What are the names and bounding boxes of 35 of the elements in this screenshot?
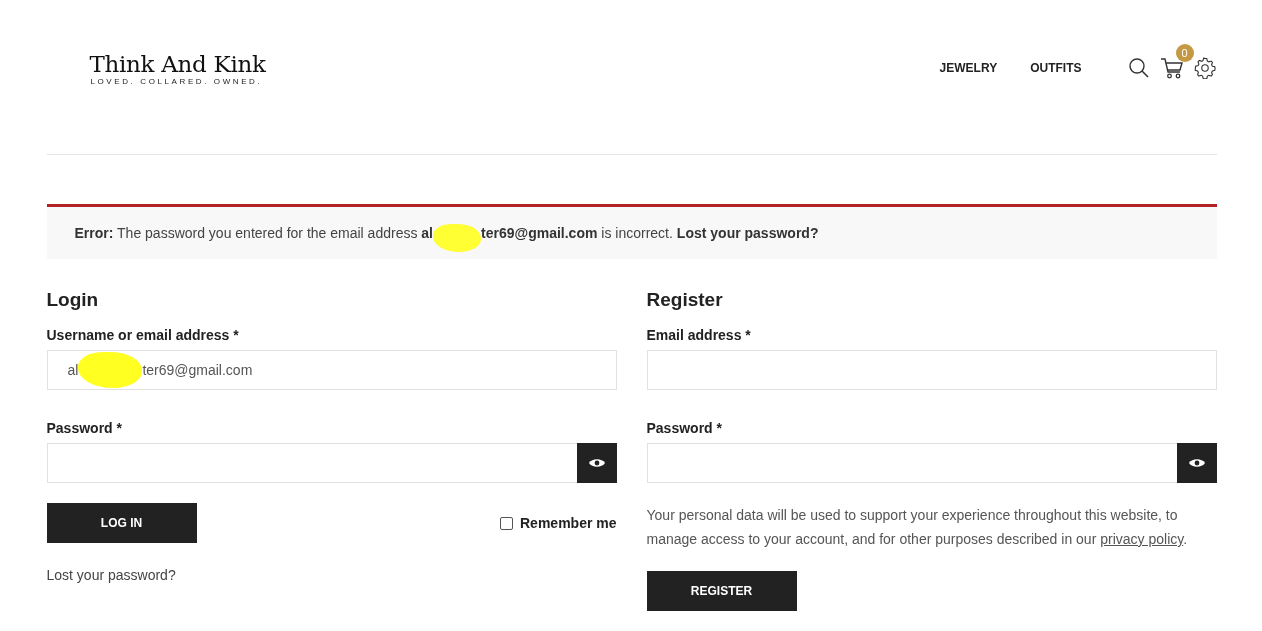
cart-icon[interactable] [1159,56,1184,80]
redaction-mark [78,352,143,388]
cart-count-badge: 0 [1175,44,1194,62]
search-icon[interactable] [1127,57,1150,79]
field-label: Email address * [646,327,751,343]
remember-checkbox[interactable] [500,516,513,530]
show-password-button[interactable] [576,443,617,483]
field-label: Password * [646,420,722,436]
error-message: ter69@gmail.com is incorrect. [481,225,673,241]
remember-label: Remember me [520,515,617,531]
field-label: Username or email address * [46,327,239,343]
lost-password-link[interactable]: Lost your password? [676,225,819,241]
field-value: al [67,362,79,378]
eye-icon [588,458,605,468]
settings-icon[interactable] [1193,57,1216,79]
password-field[interactable] [46,443,577,483]
redaction-mark [433,224,481,252]
nav-link[interactable]: OUTFITS [1030,61,1082,75]
field-label: Password * [46,420,122,436]
log-in-button[interactable]: LOG IN [46,503,197,543]
username-field[interactable]: al ter69@gmail.com [46,350,617,390]
logo-tagline: LOVED. COLLARED. OWNED. [89,76,263,86]
error-message: Error: The password you entered for the email address al [74,225,433,241]
email-field[interactable] [646,350,1217,390]
logo-wordmark[interactable]: Think And Kink [89,50,266,77]
password-field[interactable] [646,443,1177,483]
login-heading: Login [46,289,99,311]
eye-icon [1188,458,1205,468]
show-password-button[interactable] [1176,443,1217,483]
register-button[interactable]: REGISTER [646,571,797,611]
lost-password-link[interactable]: Lost your password? [46,567,176,583]
field-value: ter69@gmail.com [142,362,253,378]
register-heading: Register [646,289,723,311]
nav-link[interactable]: JEWELRY [939,61,998,75]
privacy-notice: Your personal data will be used to support your experience throughout this website, to manage access to your account, and for other purposes described in our privacy policy. [646,506,1189,549]
